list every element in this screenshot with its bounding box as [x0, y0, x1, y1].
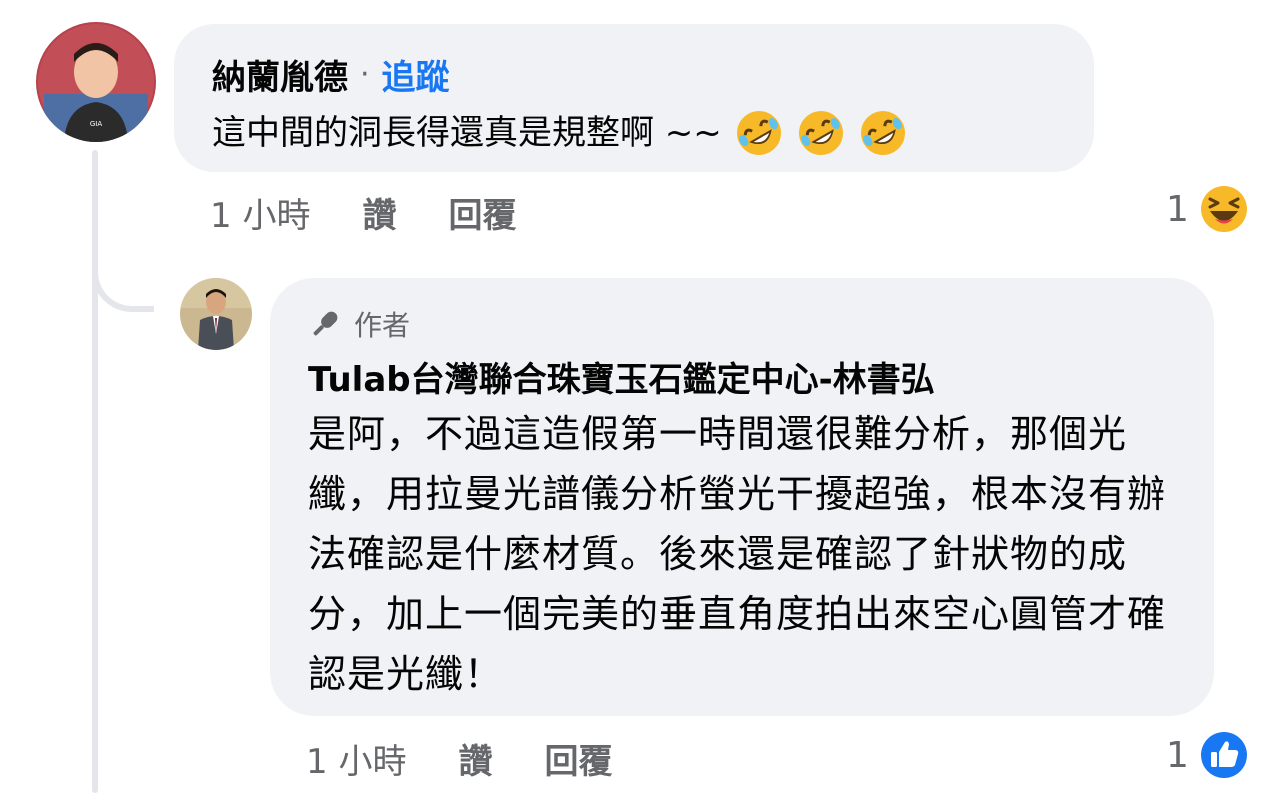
thread-reply-connector: [92, 250, 154, 312]
author-name[interactable]: Tulab台灣聯合珠寶玉石鑑定中心-林書弘: [308, 352, 935, 401]
reply-button[interactable]: 回覆: [448, 188, 516, 237]
rofl-emoji-icon: [858, 108, 908, 158]
thread-line: [92, 150, 98, 793]
svg-text:GIA: GIA: [90, 120, 102, 128]
author-badge: 作者: [308, 304, 410, 344]
rofl-emoji-icon: [796, 108, 846, 158]
comment-bubble: 納蘭胤德 · 追蹤 這中間的洞長得還真是規整啊 ~~: [174, 24, 1094, 172]
avatar[interactable]: [180, 278, 252, 350]
like-button[interactable]: 讚: [362, 188, 396, 237]
author-badge-label: 作者: [354, 309, 411, 342]
reaction-summary[interactable]: 1: [1166, 730, 1249, 780]
timestamp[interactable]: 1 小時: [306, 734, 406, 783]
comment-body: 是阿，不過這造假第一時間還很難分析，那個光纖，用拉曼光譜儀分析螢光干擾超強，根本…: [308, 412, 1167, 696]
comment-header: 納蘭胤德 · 追蹤: [212, 50, 450, 99]
separator-dot: ·: [360, 57, 370, 92]
comment-body: 這中間的洞長得還真是規整啊 ~~: [212, 113, 722, 153]
rofl-emoji-icon: [734, 108, 784, 158]
reply-button[interactable]: 回覆: [544, 734, 612, 783]
reaction-count: 1: [1166, 734, 1189, 776]
author-name[interactable]: 納蘭胤德: [212, 50, 348, 99]
reaction-count: 1: [1166, 188, 1189, 230]
avatar[interactable]: GIA: [36, 22, 156, 142]
microphone-icon: [313, 311, 338, 336]
comment-actions: 1 小時 讚 回覆: [306, 734, 612, 783]
timestamp[interactable]: 1 小時: [210, 188, 310, 237]
follow-button[interactable]: 追蹤: [382, 50, 450, 99]
like-thumb-icon: [1200, 732, 1247, 778]
laughing-emoji-icon: [1200, 186, 1247, 232]
comment-actions: 1 小時 讚 回覆: [210, 188, 516, 237]
like-button[interactable]: 讚: [458, 734, 492, 783]
comment-thread: GIA 納蘭胤德 · 追蹤 這中間的洞長得還真是規整啊 ~~ 1 小時 讚 回覆…: [0, 0, 1284, 793]
reply-bubble: 作者 Tulab台灣聯合珠寶玉石鑑定中心-林書弘 是阿，不過這造假第一時間還很難…: [270, 278, 1214, 716]
reaction-summary[interactable]: 1: [1166, 184, 1249, 234]
comment-text: 這中間的洞長得還真是規整啊 ~~: [212, 108, 908, 158]
